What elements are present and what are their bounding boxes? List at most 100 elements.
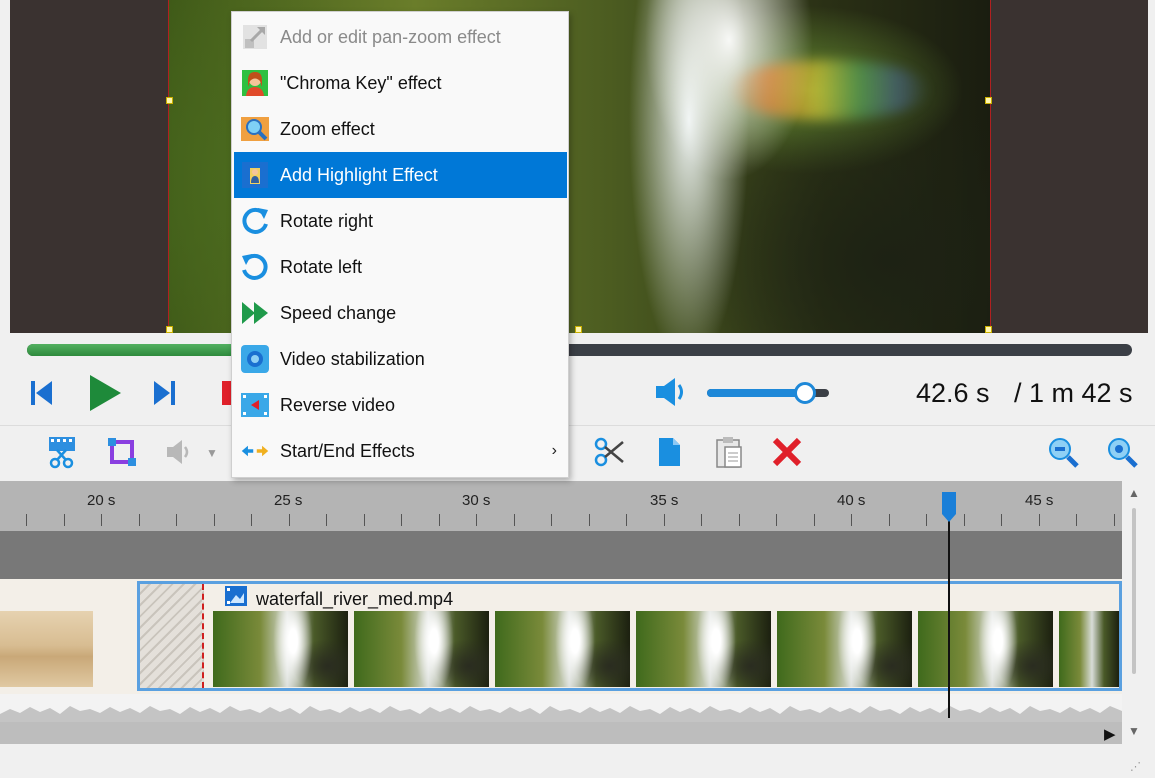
ruler-tick (439, 514, 440, 526)
rainbow (729, 60, 929, 120)
speaker-icon (167, 440, 189, 464)
ruler-tick (776, 514, 777, 526)
menu-item-label: Rotate right (280, 210, 374, 231)
playhead-handle[interactable] (940, 490, 958, 524)
status-bar (0, 744, 1155, 778)
submenu-arrow-icon: › (551, 442, 557, 459)
ruler-tick (889, 514, 890, 526)
paste-icon (716, 437, 742, 468)
menu-item-chroma-key[interactable]: "Chroma Key" effect (234, 60, 567, 106)
resize-handle[interactable] (166, 326, 173, 333)
playhead-line (948, 520, 950, 718)
scroll-down-arrow-icon[interactable]: ▼ (1128, 724, 1140, 738)
cut-button[interactable] (592, 435, 626, 469)
volume-dropdown-arrow-icon[interactable]: ▼ (206, 446, 218, 460)
ruler-tick (814, 514, 815, 526)
ruler-tick (251, 514, 252, 526)
zoom-in-icon (1108, 438, 1138, 468)
clip-volume-button[interactable] (162, 435, 196, 469)
pan-zoom-icon (240, 22, 270, 52)
ruler-tick (139, 514, 140, 526)
resize-handle[interactable] (985, 97, 992, 104)
context-menu: Add or edit pan-zoom effect "Chroma Key" … (231, 11, 569, 478)
menu-item-label: Speed change (280, 302, 397, 323)
menu-item-label: Zoom effect (280, 118, 375, 139)
delete-button[interactable] (770, 435, 804, 469)
menu-item-rotate-left[interactable]: Rotate left (234, 244, 567, 290)
ruler-tick (626, 514, 627, 526)
delete-x-icon (772, 437, 802, 467)
video-preview[interactable] (10, 0, 1148, 333)
ruler-tick (926, 514, 927, 526)
highlight-icon (240, 160, 270, 190)
previous-clip-thumbnail[interactable] (0, 611, 93, 687)
menu-item-rotate-right[interactable]: Rotate right (234, 198, 567, 244)
copy-button[interactable] (652, 435, 686, 469)
ruler-label: 35 s (650, 492, 679, 509)
start-end-effects-icon (240, 436, 270, 466)
zoom-out-button[interactable] (1046, 435, 1080, 469)
menu-item-label: Add Highlight Effect (280, 164, 438, 185)
menu-item-start-end-effects[interactable]: Start/End Effects › (234, 428, 567, 474)
zoom-in-button[interactable] (1105, 435, 1139, 469)
ruler-tick (964, 514, 965, 526)
ruler-tick (551, 514, 552, 526)
zoom-effect-icon (240, 114, 270, 144)
vertical-scroll-thumb[interactable] (1132, 508, 1136, 674)
ruler-tick (401, 514, 402, 526)
scroll-right-arrow-icon[interactable]: ▶ (1104, 725, 1116, 743)
ruler-tick (214, 514, 215, 526)
reverse-video-icon (240, 390, 270, 420)
menu-item-label: Start/End Effects (280, 440, 415, 461)
ruler-tick (589, 514, 590, 526)
ruler-tick (101, 514, 102, 526)
menu-item-pan-zoom[interactable]: Add or edit pan-zoom effect (234, 14, 567, 60)
clip-frame-thumbnail (354, 611, 489, 687)
menu-item-reverse-video[interactable]: Reverse video (234, 382, 567, 428)
ruler-tick (739, 514, 740, 526)
ruler-tick (1001, 514, 1002, 526)
ruler-tick (1076, 514, 1077, 526)
total-duration: / 1 m 42 s (1014, 378, 1133, 408)
menu-item-stabilization[interactable]: Video stabilization (234, 336, 567, 382)
resize-handle[interactable] (985, 326, 992, 333)
speed-change-icon (240, 298, 270, 328)
resize-grip-icon[interactable]: ⋰ (1130, 760, 1141, 773)
play-button[interactable] (86, 372, 124, 414)
menu-item-speed-change[interactable]: Speed change (234, 290, 567, 336)
ruler-tick (701, 514, 702, 526)
resize-handle[interactable] (575, 326, 582, 333)
ruler-label: 25 s (274, 492, 303, 509)
resize-handle[interactable] (166, 97, 173, 104)
paste-button[interactable] (712, 435, 746, 469)
ruler-tick (851, 514, 852, 526)
zoom-out-icon (1049, 438, 1079, 468)
audio-waveform[interactable] (0, 694, 1122, 722)
next-icon (154, 381, 175, 405)
clip-frame-thumbnail (1059, 611, 1119, 687)
menu-item-highlight[interactable]: Add Highlight Effect (234, 152, 567, 198)
menu-item-label: Rotate left (280, 256, 363, 277)
video-file-icon (224, 585, 248, 607)
ruler-tick (364, 514, 365, 526)
menu-item-label: Video stabilization (280, 348, 425, 369)
scroll-up-arrow-icon[interactable]: ▲ (1128, 486, 1140, 500)
previous-frame-button[interactable] (26, 376, 60, 410)
menu-item-zoom-effect[interactable]: Zoom effect (234, 106, 567, 152)
clip-transition-area[interactable] (140, 584, 204, 688)
next-frame-button[interactable] (146, 376, 180, 410)
ruler-tick (476, 514, 477, 526)
scissors-icon (594, 437, 624, 467)
overlay-track[interactable] (0, 531, 1122, 579)
volume-slider-handle[interactable] (794, 382, 816, 404)
clip-title: waterfall_river_med.mp4 (256, 589, 454, 609)
volume-button[interactable] (652, 374, 692, 410)
split-button[interactable] (45, 435, 79, 469)
ruler-tick (1039, 514, 1040, 526)
horizontal-scrollbar[interactable] (0, 722, 1122, 744)
rotate-left-icon (240, 252, 270, 282)
menu-item-label: Reverse video (280, 394, 396, 415)
crop-button[interactable] (105, 435, 139, 469)
clip-frame-thumbnail (918, 611, 1053, 687)
chroma-key-icon (240, 68, 270, 98)
